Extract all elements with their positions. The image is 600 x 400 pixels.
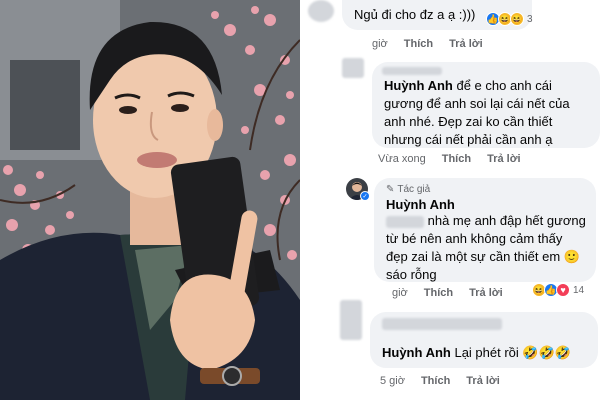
comment-text-line: đẹp zai là một sự cần thiết em [386, 249, 561, 264]
timestamp: 5 giờ [380, 375, 405, 387]
commenter-name[interactable]: Huỳnh Anh [386, 197, 455, 212]
pencil-icon: ✎ [386, 184, 395, 195]
comment-text-line: sáo rỗng [386, 267, 437, 282]
blurred-name [386, 215, 424, 228]
reaction-count: 3 [527, 13, 533, 25]
reply-button[interactable]: Trả lời [487, 153, 521, 165]
comment-text: Ngủ đi cho đz a ạ :))) [354, 7, 476, 22]
profile-photo [0, 0, 300, 400]
comment-text-line: để e cho anh cái [456, 78, 552, 93]
like-button[interactable]: Thích [424, 287, 453, 299]
comment-thread: Ngủ đi cho đz a ạ :))) 👍 😆 😆 3 giờ Thích… [300, 0, 600, 400]
smile-emoji: 🙂 [563, 249, 580, 264]
comment-actions: 5 giờ Thích Trả lời [380, 375, 500, 387]
love-icon: ♥ [556, 283, 570, 297]
tagged-name[interactable]: Huỳnh Anh [384, 78, 453, 93]
tagged-name[interactable]: Huỳnh Anh [382, 345, 451, 360]
blurred-name [382, 67, 442, 75]
reaction-summary[interactable]: 😆 👍 ♥ 14 [532, 283, 584, 297]
comment-text-line: gương để anh soi lại cái nết của [384, 96, 570, 111]
photo-illustration [0, 0, 300, 400]
like-button[interactable]: Thích [421, 375, 450, 387]
comment-actions: Vừa xong Thích Trả lời [378, 153, 521, 165]
comment-bubble-4: Huỳnh Anh Lại phét rồi 🤣🤣🤣 [370, 312, 598, 368]
like-button[interactable]: Thích [404, 38, 433, 50]
timestamp: giờ [392, 287, 408, 299]
timestamp: Vừa xong [378, 153, 426, 165]
reply-button[interactable]: Trả lời [466, 375, 500, 387]
author-tag: ✎ Tác giả [386, 184, 431, 195]
comment-actions: giờ Thích Trả lời [372, 38, 483, 50]
blurred-name [382, 318, 502, 330]
reaction-count: 14 [573, 284, 585, 296]
comment-bubble-3: ✎ Tác giả Huỳnh Anh nhà mẹ anh đập hết g… [374, 178, 596, 282]
haha-icon: 😆 [510, 12, 524, 26]
comment-text-line: từ bé nên anh không cảm thấy [386, 231, 563, 246]
reply-button[interactable]: Trả lời [469, 287, 503, 299]
reply-button[interactable]: Trả lời [449, 38, 483, 50]
laughing-emoji: 🤣🤣🤣 [522, 345, 571, 360]
comment-bubble-2: Huỳnh Anh để e cho anh cái gương để anh … [372, 62, 600, 148]
reaction-summary[interactable]: 👍 😆 😆 3 [486, 12, 533, 26]
avatar-blurred [340, 300, 362, 340]
verified-badge-icon: ✓ [360, 191, 370, 201]
avatar-blurred [342, 58, 364, 78]
comment-actions: giờ Thích Trả lời [392, 287, 503, 299]
comment-text: Lại phét rồi [454, 345, 519, 360]
timestamp: giờ [372, 38, 388, 50]
comment-text-line: anh nhé. Đẹp zai ko cần thiết [384, 114, 553, 129]
comment-text-line: nhưng cái nết phải cần anh ạ [384, 132, 553, 147]
avatar-blurred [308, 0, 334, 22]
comment-text-line: nhà mẹ anh đập hết gương [427, 213, 586, 228]
like-button[interactable]: Thích [442, 153, 471, 165]
